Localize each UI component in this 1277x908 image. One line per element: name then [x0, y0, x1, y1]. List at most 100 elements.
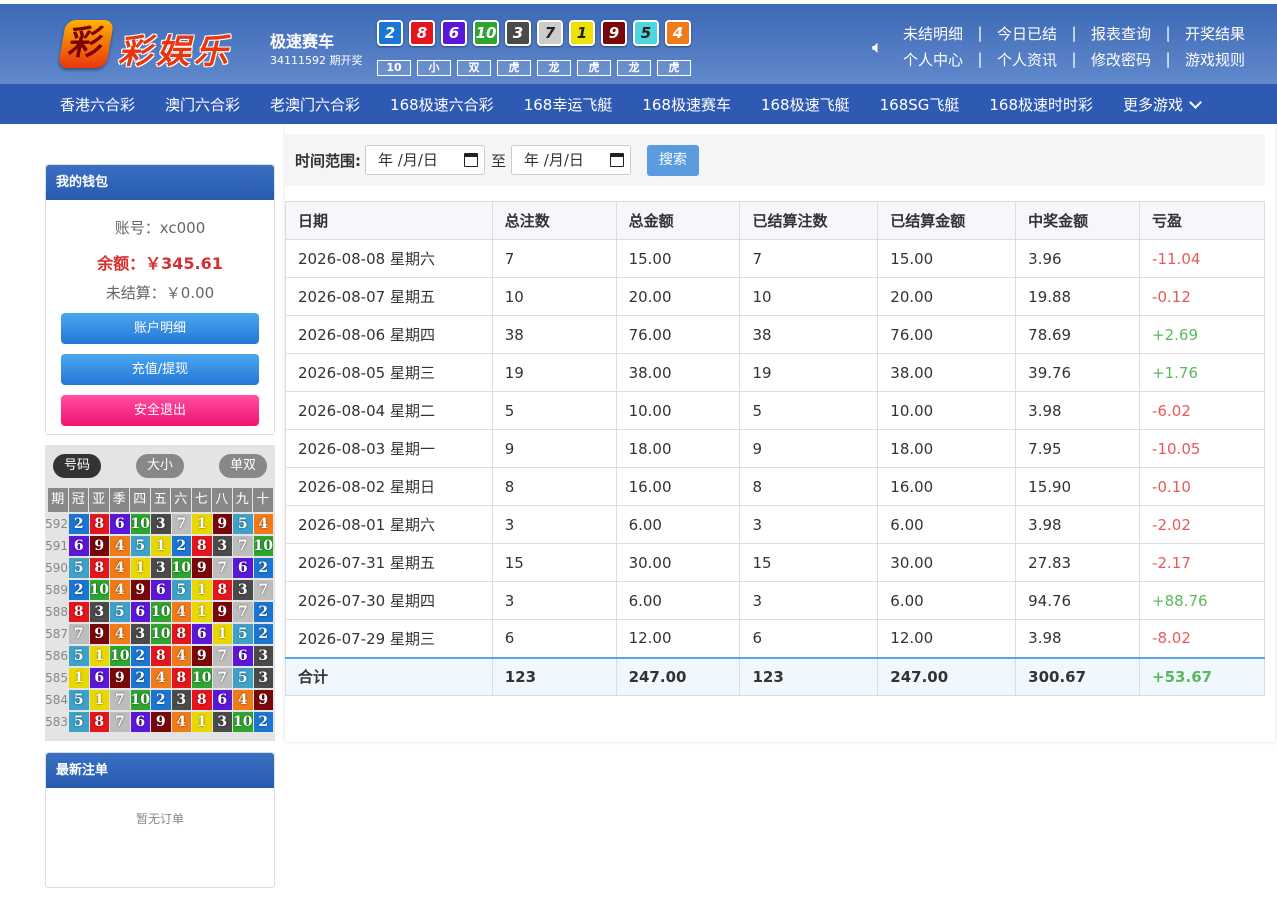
table-cell: 123 [739, 656, 879, 696]
nav-item[interactable]: 香港六合彩 [60, 94, 135, 115]
history-issue: 587 [45, 627, 68, 641]
nav-item[interactable]: 更多游戏 [1123, 94, 1200, 115]
history-ball: 9 [130, 580, 150, 600]
table-cell: 27.83 [1015, 543, 1141, 582]
history-ball: 2 [253, 624, 273, 644]
nav-item[interactable]: 168极速时时彩 [989, 94, 1093, 115]
history-ball: 5 [69, 646, 89, 666]
history-ball: 1 [192, 514, 212, 534]
history-ball: 6 [130, 712, 150, 732]
history-ball: 6 [151, 580, 171, 600]
table-total-row: 合计 123 247.00 123 247.00 300.67 +53.67 [285, 656, 1265, 696]
top-link-1[interactable]: 今日已结 [997, 23, 1057, 44]
history-tab[interactable]: 号码 [53, 454, 101, 478]
logo-text: 彩娱乐 [118, 32, 232, 72]
history-col-header: 五 [150, 488, 170, 512]
result-ball: 7 [537, 20, 563, 46]
table-cell: 19.88 [1015, 277, 1141, 316]
table-cell: 38.00 [615, 353, 741, 392]
nav-item[interactable]: 168极速飞艇 [761, 94, 850, 115]
table-cell: 15.00 [877, 239, 1017, 278]
table-cell: 8 [491, 467, 617, 506]
table-cell: 5 [739, 391, 879, 430]
nav-item[interactable]: 老澳门六合彩 [270, 94, 360, 115]
logout-button[interactable]: 安全退出 [61, 395, 259, 426]
table-row: 2026-08-03 星期一 9 18.00 9 18.00 7.95 -10.05 [285, 429, 1265, 468]
table-cell: -11.04 [1139, 239, 1265, 278]
history-col-header: 七 [191, 488, 211, 512]
date-from-input[interactable]: 年 /月/日 [365, 145, 485, 175]
date-to-input[interactable]: 年 /月/日 [511, 145, 632, 175]
nav-item[interactable]: 168极速赛车 [642, 94, 731, 115]
table-cell: 6.00 [615, 581, 741, 620]
history-ball: 5 [233, 514, 253, 534]
account-detail-button[interactable]: 账户明细 [61, 313, 259, 344]
history-issue: 584 [45, 693, 68, 707]
table-cell: 2026-07-31 星期五 [285, 543, 493, 582]
date-to-value: 年 /月/日 [524, 151, 584, 169]
history-issue: 583 [45, 715, 68, 729]
top-link-2[interactable]: 修改密码 [1091, 49, 1151, 70]
table-cell: 6.00 [877, 505, 1017, 544]
nav-item[interactable]: 澳门六合彩 [165, 94, 240, 115]
wallet-panel: 我的钱包 账号：xc000 余额：￥345.61 未结算：￥0.00 账户明细 … [45, 164, 275, 435]
table-cell: 78.69 [1015, 315, 1141, 354]
table-cell: 2026-08-02 星期日 [285, 467, 493, 506]
history-ball: 1 [192, 712, 212, 732]
table-cell: 76.00 [615, 315, 741, 354]
table-cell: 20.00 [615, 277, 741, 316]
calendar-icon[interactable] [464, 153, 478, 167]
top-link-3[interactable]: 开奖结果 [1185, 23, 1245, 44]
table-cell: 300.67 [1015, 656, 1141, 696]
history-issue: 592 [45, 517, 68, 531]
top-link-0[interactable]: 个人中心 [903, 49, 963, 70]
table-cell: -6.02 [1139, 391, 1265, 430]
top-link-3[interactable]: 游戏规则 [1185, 49, 1245, 70]
history-ball: 7 [110, 690, 130, 710]
table-row: 2026-07-30 星期四 3 6.00 3 6.00 94.76 +88.76 [285, 581, 1265, 620]
speaker-mute-icon[interactable]: 🔈︎ [872, 38, 894, 58]
history-ball: 3 [89, 602, 109, 622]
history-col-header: 六 [171, 488, 191, 512]
table-cell: 2026-08-05 星期三 [285, 353, 493, 392]
nav-item[interactable]: 168幸运飞艇 [524, 94, 613, 115]
top-link-2[interactable]: 报表查询 [1091, 23, 1151, 44]
table-cell: 2026-08-01 星期六 [285, 505, 493, 544]
table-cell: -2.17 [1139, 543, 1265, 582]
history-ball: 2 [69, 514, 89, 534]
table-cell: 10 [739, 277, 879, 316]
top-link-1[interactable]: 个人资讯 [997, 49, 1057, 70]
table-cell: 38 [491, 315, 617, 354]
result-ball: 4 [665, 20, 691, 46]
table-cell: 合计 [285, 656, 493, 696]
nav-item[interactable]: 168极速六合彩 [390, 94, 494, 115]
table-cell: 2026-08-06 星期四 [285, 315, 493, 354]
search-button[interactable]: 搜索 [647, 144, 700, 176]
table-cell: 2026-07-30 星期四 [285, 581, 493, 620]
top-link-0[interactable]: 未结明细 [903, 23, 963, 44]
result-stat: 虎 [657, 60, 691, 76]
date-from-value: 年 /月/日 [378, 151, 438, 169]
history-ball: 7 [253, 580, 273, 600]
history-row: 585 1 6 9 2 4 8 10 7 5 3 [45, 667, 275, 689]
calendar-icon[interactable] [610, 153, 625, 167]
table-row: 2026-07-31 星期五 15 30.00 15 30.00 27.83 -2.17 [285, 543, 1265, 582]
game-name: 极速赛车 [270, 32, 335, 51]
history-row: 588 8 3 5 6 10 4 1 9 7 2 [45, 601, 275, 623]
nav-item[interactable]: 168SG飞艇 [880, 94, 960, 115]
history-ball: 8 [151, 646, 171, 666]
logo[interactable]: 彩 彩娱乐 [57, 16, 240, 74]
history-tab[interactable]: 单双 [219, 454, 267, 478]
history-tab[interactable]: 大小 [136, 454, 184, 478]
result-ball: 6 [441, 20, 467, 46]
table-row: 2026-08-08 星期六 7 15.00 7 15.00 3.96 -11.04 [285, 239, 1265, 278]
table-cell: 247.00 [877, 656, 1017, 696]
history-ball: 4 [171, 712, 191, 732]
history-ball: 9 [110, 668, 130, 688]
history-ball: 3 [212, 712, 232, 732]
time-range-label: 时间范围: [295, 151, 361, 170]
history-ball: 4 [171, 602, 191, 622]
history-ball: 10 [233, 712, 253, 732]
history-ball: 8 [89, 514, 109, 534]
recharge-withdraw-button[interactable]: 充值/提现 [61, 354, 259, 385]
